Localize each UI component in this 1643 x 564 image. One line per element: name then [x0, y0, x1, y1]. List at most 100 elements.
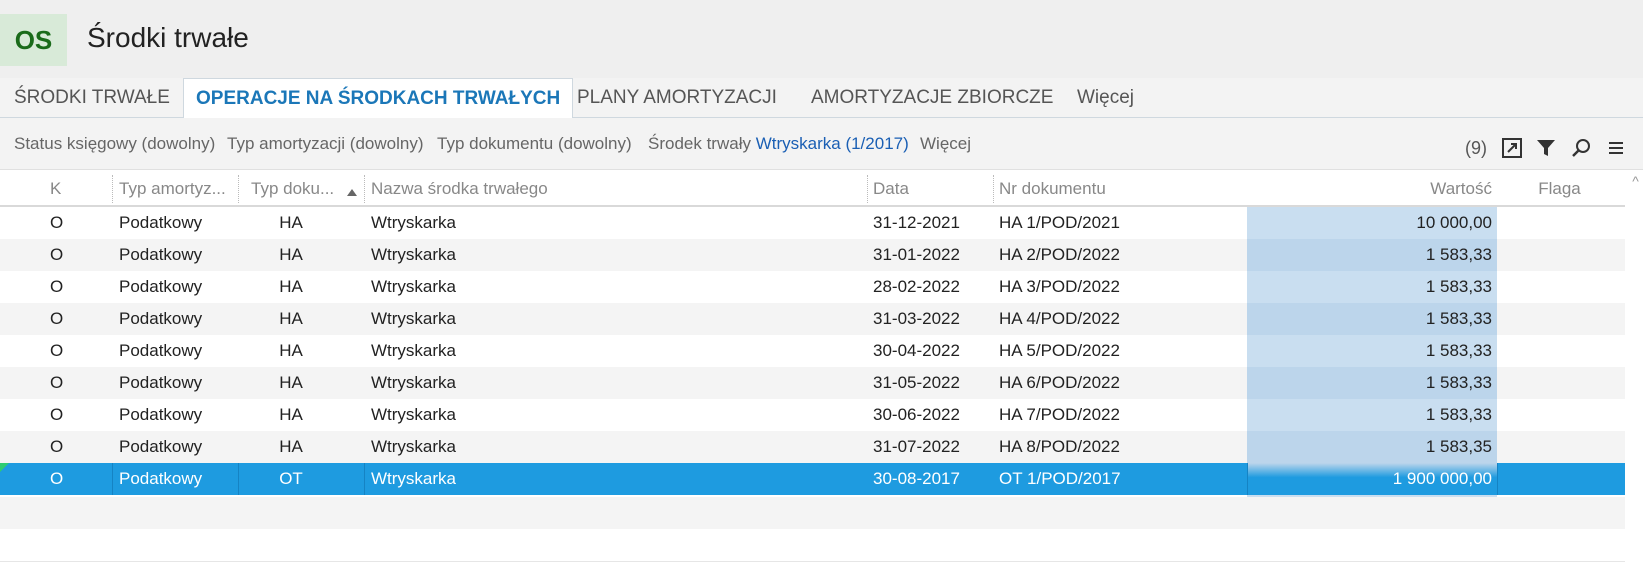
column-divider [364, 463, 365, 495]
cell-k: O [50, 341, 64, 360]
cell-date: 31-05-2022 [873, 373, 960, 392]
column-divider [238, 175, 239, 203]
tab-amortyzacje-zbiorcze[interactable]: AMORTYZACJE ZBIORCZE [811, 78, 1053, 118]
column-header-document-number[interactable]: Nr dokumentu [999, 171, 1106, 207]
cell-value: 1 583,33 [1425, 373, 1492, 392]
cell-asset-name: Wtryskarka [371, 213, 456, 232]
cell-k: O [50, 373, 64, 392]
cell-value: 1 583,33 [1425, 405, 1492, 424]
cell-amortization-type: Podatkowy [119, 277, 203, 296]
filter-icon[interactable] [1534, 136, 1558, 160]
filter-bar: Status księgowy (dowolny) Typ amortyzacj… [0, 118, 1643, 170]
search-icon[interactable] [1569, 136, 1593, 160]
cell-document-type: HA [279, 245, 303, 264]
tabs-bar: ŚRODKI TRWAŁE OPERACJE NA ŚRODKACH TRWAŁ… [0, 78, 1643, 119]
cell-asset-name: Wtryskarka [371, 469, 456, 488]
filter-more[interactable]: Więcej [920, 134, 971, 154]
cell-amortization-type: Podatkowy [119, 469, 203, 488]
table-row[interactable]: O Podatkowy HA Wtryskarka 28-02-2022 HA 3/POD… [0, 271, 1625, 303]
tab-plany-amortyzacji[interactable]: PLANY AMORTYZACJI [577, 78, 777, 118]
tab-more[interactable]: Więcej [1077, 78, 1134, 118]
cell-document-number: HA 6/POD/2022 [999, 373, 1120, 392]
cell-value: 1 583,33 [1425, 341, 1492, 360]
column-header-amortization-type[interactable]: Typ amortyz... [119, 171, 229, 207]
column-divider [993, 175, 994, 203]
column-header-date[interactable]: Data [873, 171, 909, 207]
cell-asset-name: Wtryskarka [371, 373, 456, 392]
cell-k: O [50, 309, 64, 328]
cell-amortization-type: Podatkowy [119, 213, 203, 232]
table-row[interactable]: O Podatkowy HA Wtryskarka 31-03-2022 HA 4/POD… [0, 303, 1625, 335]
filter-amortization-type[interactable]: Typ amortyzacji (dowolny) [227, 134, 424, 154]
cell-document-number: HA 7/POD/2022 [999, 405, 1120, 424]
cell-value: 1 900 000,00 [1392, 469, 1492, 488]
column-header-k[interactable]: K [50, 171, 61, 207]
cell-value: 1 583,33 [1425, 245, 1492, 264]
cell-document-number: HA 1/POD/2021 [999, 213, 1120, 232]
table-row[interactable]: O Podatkowy HA Wtryskarka 31-01-2022 HA 2/POD… [0, 239, 1625, 271]
cell-date: 30-06-2022 [873, 405, 960, 424]
filter-document-type[interactable]: Typ dokumentu (dowolny) [437, 134, 632, 154]
column-divider [112, 175, 113, 203]
column-divider [1497, 463, 1498, 495]
cell-document-type: HA [279, 277, 303, 296]
filter-status[interactable]: Status księgowy (dowolny) [14, 134, 215, 154]
cell-document-number: HA 8/POD/2022 [999, 437, 1120, 456]
table-row[interactable]: O Podatkowy HA Wtryskarka 31-05-2022 HA 6/POD… [0, 367, 1625, 399]
cell-document-type: HA [279, 341, 303, 360]
cell-k: O [50, 437, 64, 456]
cell-date: 28-02-2022 [873, 277, 960, 296]
cell-amortization-type: Podatkowy [119, 309, 203, 328]
cell-asset-name: Wtryskarka [371, 277, 456, 296]
cell-date: 31-12-2021 [873, 213, 960, 232]
cell-document-number: HA 2/POD/2022 [999, 245, 1120, 264]
focus-marker [0, 463, 9, 472]
cell-k: O [50, 245, 64, 264]
record-count: (9) [1465, 138, 1487, 158]
cell-k: O [50, 213, 64, 232]
column-header-document-type[interactable]: Typ doku... [251, 171, 341, 207]
module-badge: OS [0, 14, 67, 66]
cell-date: 30-08-2017 [873, 469, 960, 488]
cell-value: 1 583,35 [1425, 437, 1492, 456]
filter-asset-label: Środek trwały [648, 134, 751, 153]
cell-document-type: OT [279, 469, 303, 488]
cell-date: 31-07-2022 [873, 437, 960, 456]
cell-document-number: OT 1/POD/2017 [999, 469, 1121, 488]
filter-asset-value: Wtryskarka (1/2017) [755, 134, 909, 153]
cell-document-type: HA [279, 309, 303, 328]
cell-value: 1 583,33 [1425, 277, 1492, 296]
cell-k: O [50, 277, 64, 296]
cell-value: 1 583,33 [1425, 309, 1492, 328]
export-icon[interactable] [1500, 136, 1524, 160]
table-row[interactable]: O Podatkowy HA Wtryskarka 30-04-2022 HA 5/POD… [0, 335, 1625, 367]
cell-value: 10 000,00 [1416, 213, 1492, 232]
cell-document-type: HA [279, 373, 303, 392]
cell-asset-name: Wtryskarka [371, 309, 456, 328]
tab-srodki-trwale[interactable]: ŚRODKI TRWAŁE [14, 78, 170, 118]
column-divider [867, 175, 868, 203]
column-header-value[interactable]: Wartość [1247, 171, 1492, 207]
cell-date: 31-01-2022 [873, 245, 960, 264]
scroll-up-icon[interactable]: ^ [1628, 171, 1643, 191]
table-row[interactable]: O Podatkowy HA Wtryskarka 30-06-2022 HA 7/POD… [0, 399, 1625, 431]
menu-icon[interactable] [1604, 136, 1628, 160]
cell-amortization-type: Podatkowy [119, 373, 203, 392]
cell-date: 30-04-2022 [873, 341, 960, 360]
filter-asset[interactable]: Środek trwały Wtryskarka (1/2017) [648, 134, 909, 154]
column-divider [1247, 463, 1248, 495]
column-header-asset-name[interactable]: Nazwa środka trwałego [371, 171, 548, 207]
cell-document-number: HA 4/POD/2022 [999, 309, 1120, 328]
table-row[interactable]: O Podatkowy OT Wtryskarka 30-08-2017 OT 1/POD… [0, 463, 1625, 495]
cell-asset-name: Wtryskarka [371, 341, 456, 360]
cell-document-number: HA 5/POD/2022 [999, 341, 1120, 360]
table-row[interactable]: O Podatkowy HA Wtryskarka 31-07-2022 HA 8/POD… [0, 431, 1625, 463]
app-header: OS Środki trwałe [0, 0, 1643, 78]
cell-asset-name: Wtryskarka [371, 405, 456, 424]
page-title: Środki trwałe [87, 22, 249, 53]
empty-row [0, 497, 1625, 529]
tab-operacje[interactable]: OPERACJE NA ŚRODKACH TRWAŁYCH [183, 78, 574, 119]
table-row[interactable]: O Podatkowy HA Wtryskarka 31-12-2021 HA 1/POD… [0, 207, 1625, 239]
cell-amortization-type: Podatkowy [119, 341, 203, 360]
column-header-flag[interactable]: Flaga [1497, 171, 1622, 207]
